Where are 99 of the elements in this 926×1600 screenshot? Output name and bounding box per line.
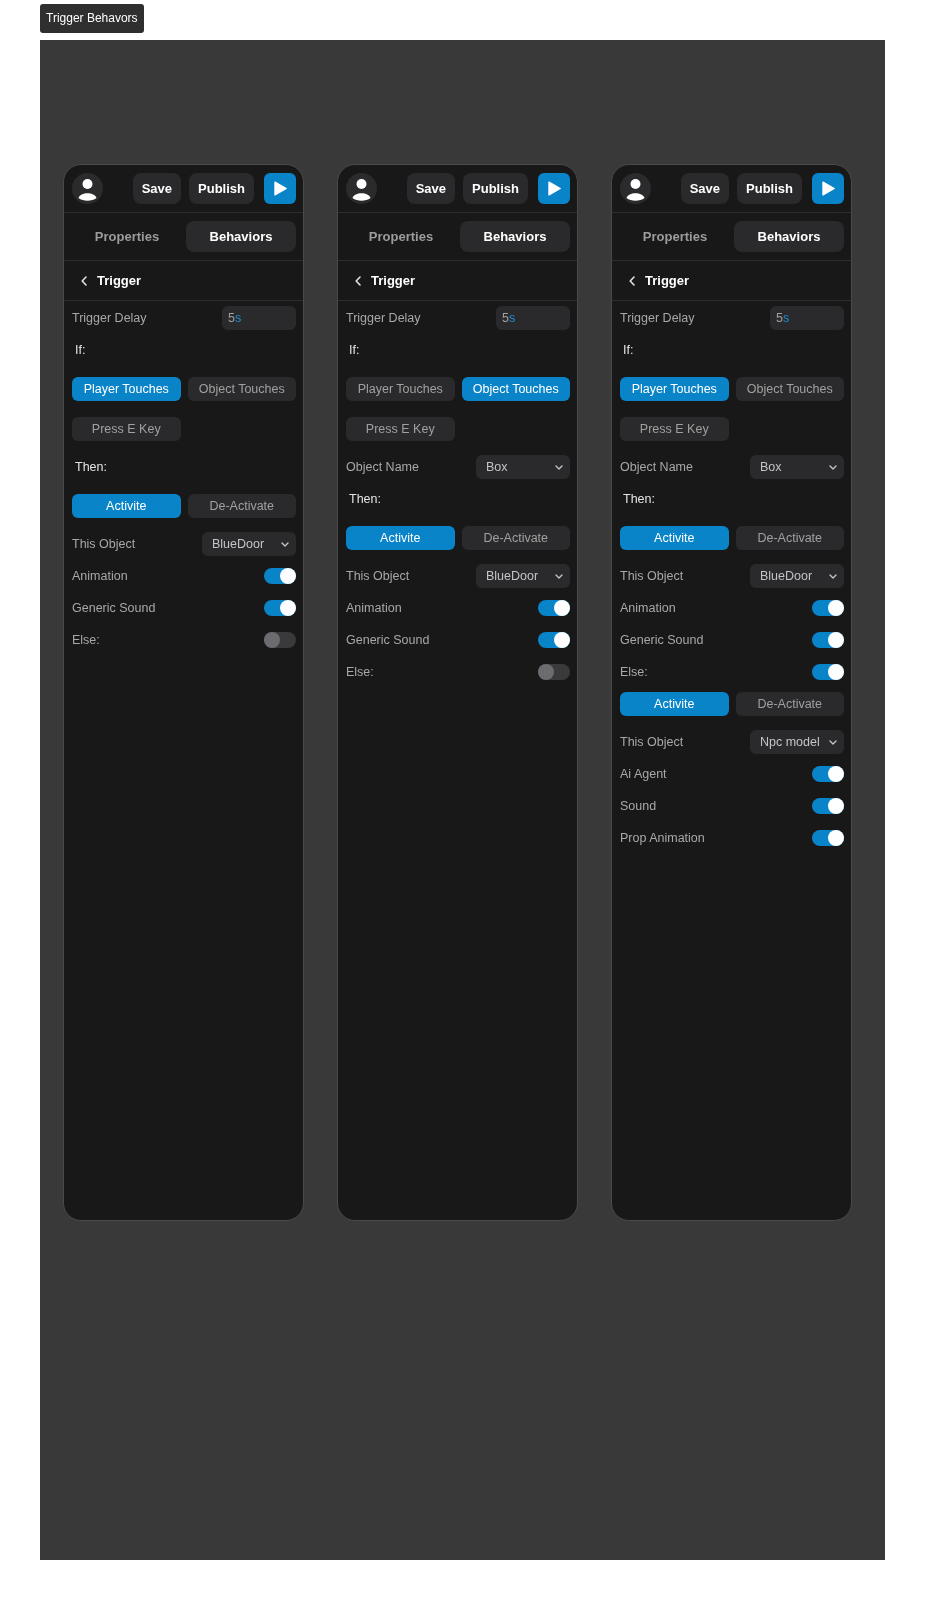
toggle-switch[interactable] bbox=[264, 600, 296, 616]
chevron-down-icon bbox=[829, 573, 837, 579]
toggle-label: Else: bbox=[346, 663, 374, 681]
toggle-switch[interactable] bbox=[812, 830, 844, 846]
chevron-left-icon[interactable] bbox=[81, 275, 87, 286]
play-button[interactable] bbox=[264, 173, 296, 204]
play-icon bbox=[821, 181, 835, 196]
play-button[interactable] bbox=[812, 173, 844, 204]
toggle-label: Else: bbox=[72, 631, 100, 649]
section-heading: Then: bbox=[74, 458, 108, 476]
section-heading: Then: bbox=[622, 490, 656, 508]
section-title: Trigger bbox=[645, 271, 690, 290]
field-label: Trigger Delay bbox=[346, 309, 421, 327]
chevron-down-icon bbox=[555, 464, 563, 470]
toggle-switch[interactable] bbox=[812, 766, 844, 782]
panel-tab[interactable]: Properties bbox=[72, 221, 182, 252]
toggle-switch[interactable] bbox=[538, 600, 570, 616]
object-dropdown[interactable]: BlueDoor bbox=[476, 564, 570, 588]
field-label: Trigger Delay bbox=[620, 309, 695, 327]
avatar-icon bbox=[620, 173, 651, 204]
toggle-switch[interactable] bbox=[264, 632, 296, 648]
toolbar-button[interactable]: Publish bbox=[463, 173, 528, 204]
option-button[interactable]: De-Activate bbox=[735, 692, 844, 716]
field-label: This Object bbox=[72, 535, 136, 553]
chevron-left-icon[interactable] bbox=[629, 275, 635, 286]
toggle-switch[interactable] bbox=[812, 798, 844, 814]
option-button[interactable]: Press E Key bbox=[346, 417, 455, 441]
object-dropdown[interactable]: BlueDoor bbox=[750, 564, 844, 588]
toggle-switch[interactable] bbox=[812, 664, 844, 680]
toolbar-button[interactable]: Publish bbox=[737, 173, 802, 204]
chevron-down-icon bbox=[555, 573, 563, 579]
option-button[interactable]: Activite bbox=[620, 692, 729, 716]
avatar-icon bbox=[72, 173, 103, 204]
option-button[interactable]: Player Touches bbox=[72, 377, 181, 401]
option-button[interactable]: De-Activate bbox=[187, 494, 296, 518]
delay-input-field[interactable]: 5s bbox=[222, 306, 296, 330]
option-button[interactable]: Activite bbox=[620, 526, 729, 550]
option-button[interactable]: Activite bbox=[72, 494, 181, 518]
option-button[interactable]: Press E Key bbox=[620, 417, 729, 441]
section-heading: If: bbox=[622, 341, 635, 359]
play-button[interactable] bbox=[538, 173, 570, 204]
section-title: Trigger bbox=[97, 271, 142, 290]
option-button[interactable]: Object Touches bbox=[735, 377, 844, 401]
section-title: Trigger bbox=[371, 271, 416, 290]
option-button[interactable]: Object Touches bbox=[461, 377, 570, 401]
object-dropdown[interactable]: Box bbox=[750, 455, 844, 479]
field-label: This Object bbox=[346, 567, 410, 585]
option-button[interactable]: De-Activate bbox=[735, 526, 844, 550]
toggle-switch[interactable] bbox=[538, 632, 570, 648]
field-label: This Object bbox=[620, 733, 684, 751]
toggle-label: Generic Sound bbox=[620, 631, 704, 649]
section-heading: If: bbox=[348, 341, 361, 359]
section-heading: Then: bbox=[348, 490, 382, 508]
delay-input-field[interactable]: 5s bbox=[496, 306, 570, 330]
toolbar-button[interactable]: Save bbox=[132, 173, 182, 204]
toolbar-button[interactable]: Publish bbox=[189, 173, 254, 204]
frame-label: Trigger Behavors bbox=[40, 4, 144, 33]
option-button[interactable]: Press E Key bbox=[72, 417, 181, 441]
chevron-down-icon bbox=[281, 541, 289, 547]
toggle-label: Animation bbox=[620, 599, 676, 617]
toggle-label: Sound bbox=[620, 797, 657, 815]
option-button[interactable]: Object Touches bbox=[187, 377, 296, 401]
toggle-label: Else: bbox=[620, 663, 648, 681]
option-button[interactable]: Player Touches bbox=[620, 377, 729, 401]
object-dropdown[interactable]: Npc model bbox=[750, 730, 844, 754]
toggle-label: Generic Sound bbox=[72, 599, 156, 617]
toggle-label: Animation bbox=[72, 567, 128, 585]
panel-tab[interactable]: Properties bbox=[620, 221, 730, 252]
toolbar-button[interactable]: Save bbox=[680, 173, 730, 204]
play-icon bbox=[547, 181, 561, 196]
toggle-label: Prop Animation bbox=[620, 829, 705, 847]
delay-input-field[interactable]: 5s bbox=[770, 306, 844, 330]
toggle-switch[interactable] bbox=[812, 632, 844, 648]
option-button[interactable]: Activite bbox=[346, 526, 455, 550]
avatar-icon bbox=[346, 173, 377, 204]
panel-tab[interactable]: Behaviors bbox=[734, 221, 844, 252]
panel-tab[interactable]: Behaviors bbox=[460, 221, 570, 252]
toggle-label: Animation bbox=[346, 599, 402, 617]
toggle-switch[interactable] bbox=[812, 600, 844, 616]
toolbar-button[interactable]: Save bbox=[406, 173, 456, 204]
field-label: Object Name bbox=[620, 458, 693, 476]
panel-tab[interactable]: Properties bbox=[346, 221, 456, 252]
object-dropdown[interactable]: BlueDoor bbox=[202, 532, 296, 556]
field-label: This Object bbox=[620, 567, 684, 585]
chevron-left-icon[interactable] bbox=[355, 275, 361, 286]
play-icon bbox=[273, 181, 287, 196]
option-button[interactable]: Player Touches bbox=[346, 377, 455, 401]
chevron-down-icon bbox=[829, 739, 837, 745]
toggle-label: Generic Sound bbox=[346, 631, 430, 649]
object-dropdown[interactable]: Box bbox=[476, 455, 570, 479]
field-label: Object Name bbox=[346, 458, 419, 476]
toggle-label: Ai Agent bbox=[620, 765, 667, 783]
section-heading: If: bbox=[74, 341, 87, 359]
field-label: Trigger Delay bbox=[72, 309, 147, 327]
toggle-switch[interactable] bbox=[538, 664, 570, 680]
toggle-switch[interactable] bbox=[264, 568, 296, 584]
panel-tab[interactable]: Behaviors bbox=[186, 221, 296, 252]
option-button[interactable]: De-Activate bbox=[461, 526, 570, 550]
chevron-down-icon bbox=[829, 464, 837, 470]
